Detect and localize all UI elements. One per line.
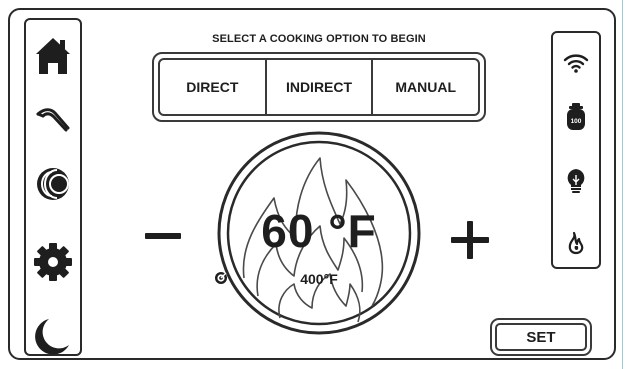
sidebar-item-settings[interactable] [26,234,80,290]
sidebar-item-home[interactable] [26,28,80,84]
manual-mode-button[interactable]: MANUAL [371,60,478,114]
indirect-mode-button[interactable]: INDIRECT [264,60,372,114]
light-bulb-icon [567,169,585,193]
current-temperature: 60 °F [261,205,377,257]
tank-level-label: 100 [571,118,582,125]
status-panel: 100 [551,31,601,269]
set-button[interactable]: SET [490,318,592,356]
cooking-mode-selector: DIRECT INDIRECT MANUAL [152,52,486,122]
plus-icon-vertical [467,221,473,259]
sidebar-item-night[interactable] [26,308,80,364]
increase-temperature-button[interactable] [448,218,492,262]
burner-status[interactable] [553,223,599,263]
flame-icon [568,231,584,255]
decrease-temperature-button[interactable] [142,220,184,252]
target-icon [215,272,227,284]
cooking-mode-buttons: DIRECT INDIRECT MANUAL [158,58,480,116]
window-edge [622,0,623,369]
sidebar-item-phase[interactable] [26,156,80,212]
minus-icon [145,233,181,239]
wifi-icon [563,54,589,73]
night-mode-icon [35,319,69,355]
propane-tank-icon: 100 [567,103,585,130]
wifi-status[interactable] [553,43,599,83]
cooking-option-prompt: SELECT A COOKING OPTION TO BEGIN [212,33,426,45]
tongs-icon [36,108,70,132]
temperature-dial[interactable]: 60 °F 400°F [214,128,424,338]
moon-phase-icon [37,168,69,200]
direct-mode-button[interactable]: DIRECT [160,60,265,114]
set-button-label: SET [495,323,587,351]
sidebar-item-tongs[interactable] [26,90,80,146]
sidebar [24,18,82,356]
light-status[interactable] [553,161,599,201]
propane-tank-status[interactable]: 100 [553,97,599,137]
target-temperature: 400°F [214,271,424,287]
gear-icon [34,243,72,281]
target-temperature-value: 400°F [300,271,338,287]
home-icon [36,38,70,74]
